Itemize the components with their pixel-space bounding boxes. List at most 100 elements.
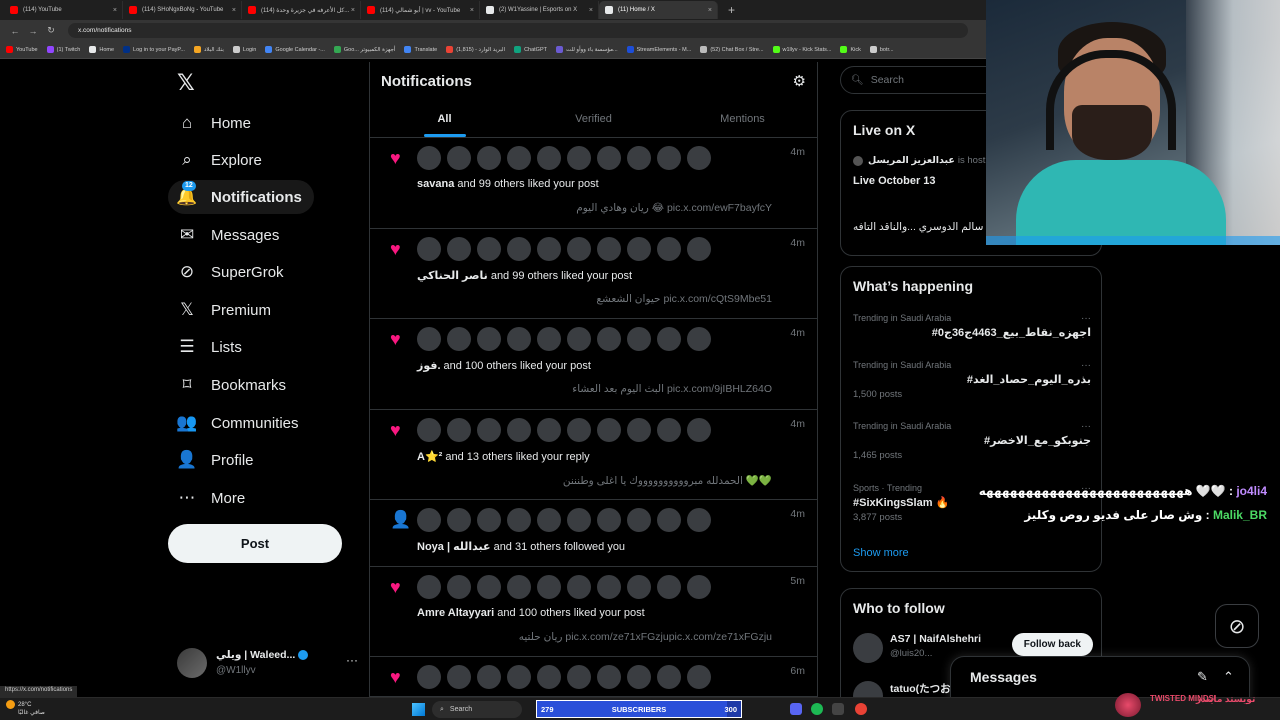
notification-actor[interactable]: A⭐² [417, 451, 442, 463]
avatar[interactable] [657, 508, 681, 532]
tab-mentions[interactable]: Mentions [668, 100, 817, 137]
x-logo-icon[interactable]: 𝕏 [177, 70, 195, 96]
spotify-icon[interactable] [811, 703, 823, 715]
avatar[interactable] [687, 665, 711, 689]
avatar[interactable] [657, 146, 681, 170]
sidebar-item-communities[interactable]: 👥 Communities [168, 406, 311, 440]
sidebar-item-more[interactable]: ⋯ More [168, 481, 257, 515]
bookmark-item[interactable]: botr... [869, 46, 894, 53]
avatar[interactable] [567, 418, 591, 442]
discord-icon[interactable] [790, 703, 802, 715]
avatar[interactable] [477, 418, 501, 442]
avatar[interactable] [477, 575, 501, 599]
trend-item[interactable]: Trending in Saudi Arabia #جنوبكو_مع_الاخض… [853, 421, 1091, 461]
avatar[interactable] [477, 237, 501, 261]
address-bar[interactable]: x.com/notifications [68, 23, 968, 38]
more-dots-icon[interactable]: ··· [1081, 360, 1091, 371]
avatar[interactable] [687, 508, 711, 532]
tab-all[interactable]: All [370, 100, 519, 137]
more-dots-icon[interactable]: ··· [1081, 421, 1091, 432]
back-icon[interactable]: ← [6, 26, 24, 36]
bookmark-item[interactable]: Translate [404, 46, 437, 53]
avatar[interactable] [597, 418, 621, 442]
notification-post-snippet[interactable]: الحمدلله مبرووووووووووك يا اغلى وطنننن 💚… [563, 474, 772, 487]
avatar[interactable] [687, 327, 711, 351]
avatar[interactable] [627, 508, 651, 532]
bookmark-item[interactable]: w1llyv - Kick Stats... [772, 46, 831, 53]
notification-post-snippet[interactable]: حيوان الشعشع pic.x.com/cQtS9Mbe51 [596, 293, 772, 305]
more-dots-icon[interactable]: ··· [1081, 313, 1091, 324]
avatar[interactable] [507, 418, 531, 442]
sidebar-item-home[interactable]: ⌂ Home [168, 106, 263, 140]
tab-verified[interactable]: Verified [519, 100, 668, 137]
avatar[interactable] [417, 327, 441, 351]
new-message-icon[interactable]: ✎ [1197, 669, 1208, 685]
close-icon[interactable]: × [232, 7, 236, 14]
notification-item[interactable]: 👤 4m Noya | عبدالله and 31 others followed… [370, 500, 817, 567]
chevron-up-icon[interactable]: ⌃ [1223, 669, 1234, 685]
avatar[interactable] [597, 508, 621, 532]
avatar[interactable] [507, 575, 531, 599]
bookmark-item[interactable]: StreamElements - M... [626, 46, 691, 53]
avatar[interactable] [507, 327, 531, 351]
avatar[interactable] [687, 575, 711, 599]
bookmark-item[interactable]: Home [89, 46, 114, 53]
windows-start-icon[interactable] [412, 703, 425, 716]
browser-tab[interactable]: (11) Home / X × [599, 1, 718, 19]
trend-item[interactable]: Trending in Saudi Arabia #بذره_اليوم_حصاد… [853, 360, 1091, 400]
avatar[interactable] [627, 146, 651, 170]
avatar[interactable] [627, 237, 651, 261]
avatar[interactable] [657, 418, 681, 442]
browser-tab[interactable]: (114) أبو شمالي | vv - YouTube × [361, 1, 480, 19]
avatar[interactable] [597, 146, 621, 170]
avatar[interactable] [537, 508, 561, 532]
avatar[interactable] [537, 146, 561, 170]
new-tab-button[interactable]: + [728, 3, 735, 17]
avatar[interactable] [657, 665, 681, 689]
avatar[interactable] [567, 508, 591, 532]
avatar[interactable] [507, 665, 531, 689]
close-icon[interactable]: × [589, 7, 593, 14]
avatar[interactable] [597, 237, 621, 261]
avatar[interactable] [597, 327, 621, 351]
weather-widget[interactable]: 28°C صافي غالبًا [6, 700, 45, 717]
avatar[interactable] [477, 665, 501, 689]
notification-item[interactable]: ♥ 5m Amre Altayyari and 100 others liked y… [370, 567, 817, 657]
avatar[interactable] [477, 327, 501, 351]
bookmark-item[interactable]: ChatGPT [514, 46, 547, 53]
close-icon[interactable]: × [113, 7, 117, 14]
notification-actor[interactable]: ناصر الحناكي [417, 270, 488, 282]
avatar[interactable] [627, 575, 651, 599]
avatar[interactable] [417, 508, 441, 532]
avatar[interactable] [447, 418, 471, 442]
notification-actor[interactable]: savana [417, 178, 454, 190]
avatar[interactable] [567, 146, 591, 170]
bookmark-item[interactable]: مؤسسة باء ووأو للت... [556, 46, 618, 53]
bookmark-item[interactable]: بنك البلاد [193, 46, 224, 53]
notification-post-snippet[interactable]: ريان وهادي اليوم 😂 pic.x.com/ewF7bayfcY [576, 202, 772, 214]
sidebar-item-profile[interactable]: 👤 Profile [168, 443, 266, 477]
avatar[interactable] [477, 146, 501, 170]
browser-tab[interactable]: (114) SHoNgxBoNg - YouTube × [123, 1, 242, 19]
follow-back-button[interactable]: Follow back [1011, 633, 1093, 656]
avatar[interactable] [447, 237, 471, 261]
taskbar-search[interactable]: ⌕ Search [432, 701, 522, 718]
sidebar-item-supergrok[interactable]: ⊘ SuperGrok [168, 255, 296, 289]
avatar[interactable] [447, 665, 471, 689]
notification-item[interactable]: ♥ 4m savana and 99 others liked your post ر… [370, 138, 817, 229]
bookmark-item[interactable]: (1) Twitch [46, 46, 80, 53]
avatar[interactable] [853, 633, 883, 663]
gear-icon[interactable]: ⚙ [793, 72, 806, 90]
bookmark-item[interactable]: Log in to your PayP... [123, 46, 185, 53]
avatar[interactable] [567, 327, 591, 351]
avatar[interactable] [417, 418, 441, 442]
close-icon[interactable]: × [470, 7, 474, 14]
avatar[interactable] [417, 237, 441, 261]
browser-tab[interactable]: (114) كل الأعرفه في جزيرة وحدة... × [242, 1, 361, 19]
chrome-icon[interactable] [855, 703, 867, 715]
bookmark-item[interactable]: Goo... أجهزة الكمبيوتر [333, 46, 395, 53]
post-button[interactable]: Post [168, 524, 342, 563]
avatar[interactable] [537, 418, 561, 442]
avatar[interactable] [417, 665, 441, 689]
avatar[interactable] [447, 575, 471, 599]
